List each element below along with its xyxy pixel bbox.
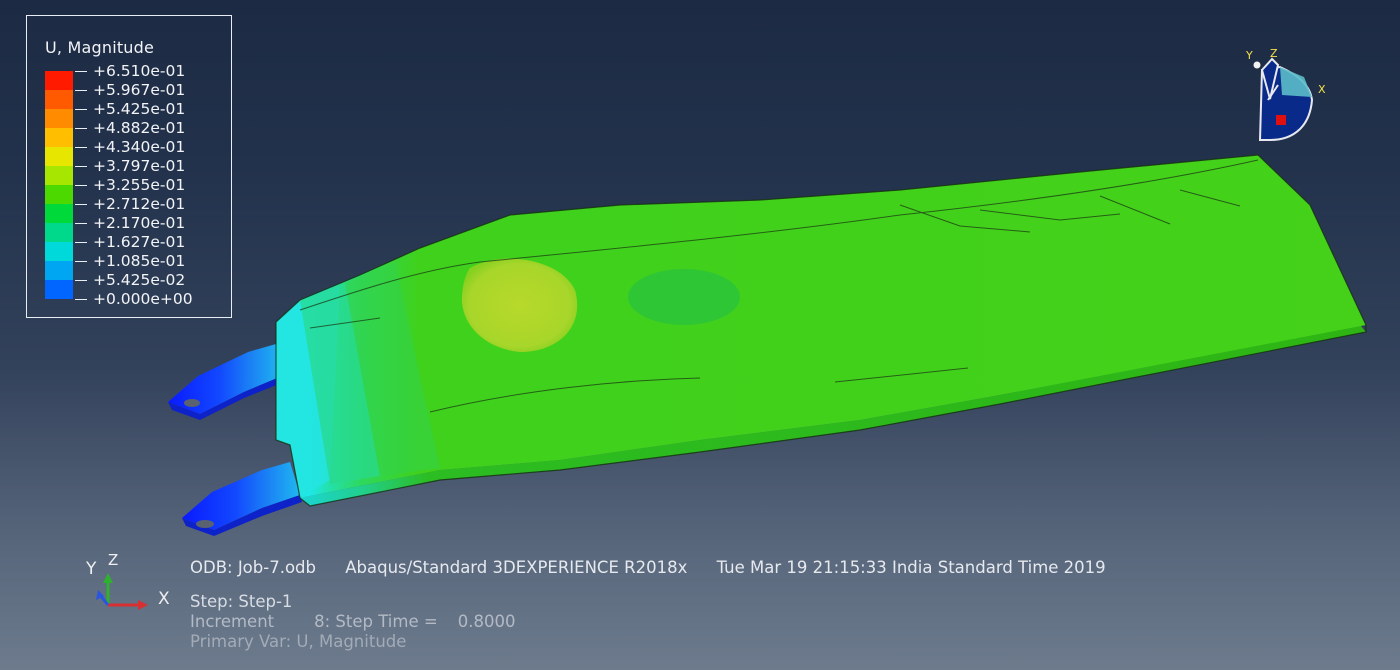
- solver-version: Abaqus/Standard 3DEXPERIENCE R2018x: [345, 558, 688, 577]
- legend-value: +1.627e-01: [73, 233, 223, 252]
- legend-color-bar: [45, 71, 73, 299]
- legend-swatch: [45, 223, 73, 242]
- view-triad-x-label: X: [1318, 83, 1326, 96]
- contour-legend[interactable]: U, Magnitude +6.510e-01 +5.967e-01 +5.425e…: [26, 15, 232, 318]
- legend-swatch: [45, 109, 73, 128]
- view-cube-icon: [1253, 57, 1314, 141]
- lower-mounting-tab: [182, 462, 302, 536]
- legend-value: +4.882e-01: [73, 119, 223, 138]
- upper-mounting-tab: [168, 344, 284, 420]
- legend-value: +0.000e+00: [73, 290, 223, 309]
- legend-value: +5.967e-01: [73, 81, 223, 100]
- legend-swatch: [45, 242, 73, 261]
- increment-value: 8: Step Time =: [314, 612, 438, 631]
- increment-line: Increment 8: Step Time = 0.8000: [190, 612, 515, 631]
- legend-swatch: [45, 147, 73, 166]
- view-triad-z-label: Z: [1270, 47, 1278, 60]
- legend-swatch: [45, 128, 73, 147]
- legend-value: +5.425e-01: [73, 100, 223, 119]
- legend-swatch: [45, 261, 73, 280]
- primary-variable: Primary Var: U, Magnitude: [190, 632, 407, 651]
- axis-x-label: X: [158, 589, 170, 609]
- legend-labels: +6.510e-01 +5.967e-01 +5.425e-01 +4.882e-01…: [73, 62, 223, 309]
- legend-value: +3.255e-01: [73, 176, 223, 195]
- step-name: Step: Step-1: [190, 592, 293, 611]
- info-odb-line: ODB: Job-7.odb Abaqus/Standard 3DEXPERIE…: [190, 558, 1130, 577]
- view-orientation-triad[interactable]: Y Z X: [1240, 45, 1340, 155]
- increment-label: Increment: [190, 612, 275, 631]
- legend-swatch: [45, 90, 73, 109]
- legend-swatch: [45, 185, 73, 204]
- legend-swatch: [45, 280, 73, 299]
- axis-y-label: Y: [86, 559, 97, 579]
- legend-value: +4.340e-01: [73, 138, 223, 157]
- axis-triad: Y Z X: [82, 545, 182, 620]
- legend-value: +6.510e-01: [73, 62, 223, 81]
- legend-value: +3.797e-01: [73, 157, 223, 176]
- odb-name: ODB: Job-7.odb: [190, 558, 316, 577]
- view-triad-y-label: Y: [1246, 49, 1253, 62]
- legend-value: +1.085e-01: [73, 252, 223, 271]
- legend-swatch: [45, 204, 73, 223]
- analysis-timestamp: Tue Mar 19 21:15:33 India Standard Time …: [716, 558, 1106, 577]
- viewport[interactable]: U, Magnitude +6.510e-01 +5.967e-01 +5.425e…: [0, 0, 1400, 670]
- legend-value: +2.170e-01: [73, 214, 223, 233]
- part-top-face: [276, 155, 1366, 498]
- axis-z-label: Z: [108, 551, 119, 569]
- legend-swatch: [45, 166, 73, 185]
- legend-title: U, Magnitude: [45, 38, 155, 57]
- step-time-value: 0.8000: [457, 612, 516, 631]
- legend-value: +5.425e-02: [73, 271, 223, 290]
- secondary-region: [628, 269, 740, 325]
- legend-value: +2.712e-01: [73, 195, 223, 214]
- legend-swatch: [45, 71, 73, 90]
